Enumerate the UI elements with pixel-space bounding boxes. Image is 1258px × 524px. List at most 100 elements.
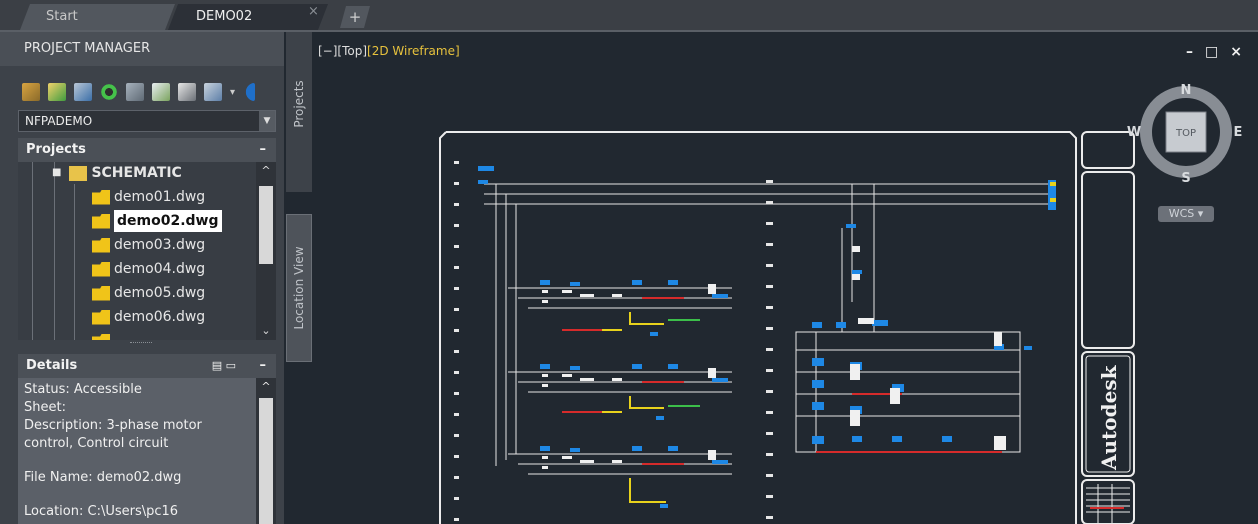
drawing-file-icon xyxy=(92,333,110,340)
publish-icon[interactable] xyxy=(178,83,196,101)
chevron-down-icon[interactable]: ▼ xyxy=(259,111,275,131)
tab-close-icon[interactable]: × xyxy=(308,4,319,19)
file-label: demo02.dwg xyxy=(114,210,222,232)
details-toggle-icon[interactable]: ▤ ▭ xyxy=(212,354,236,378)
rung-numbers xyxy=(454,161,773,521)
tab-location-view-label: Location View xyxy=(292,246,306,330)
project-manager-panel: PROJECT MANAGER ▾ NFPADEMO ▼ Projects – … xyxy=(0,32,284,524)
open-project-icon[interactable] xyxy=(22,83,40,101)
project-select[interactable]: NFPADEMO ▼ xyxy=(18,110,276,132)
scroll-up-icon[interactable]: ^ xyxy=(256,378,276,396)
detail-description-line1: Description: 3-phase motor xyxy=(24,418,202,433)
control-circuit xyxy=(795,224,1032,453)
tree-folder-schematic[interactable]: ■ SCHEMATIC xyxy=(52,162,182,184)
new-drawing-icon[interactable] xyxy=(74,83,92,101)
compass-west: W xyxy=(1127,125,1141,140)
project-task-list-icon[interactable] xyxy=(126,83,144,101)
list-item[interactable] xyxy=(92,330,114,340)
file-label: demo04.dwg xyxy=(114,261,206,277)
titleblock-panel xyxy=(1081,171,1135,349)
scroll-thumb[interactable] xyxy=(259,186,273,264)
folder-label: SCHEMATIC xyxy=(91,165,182,181)
collapse-projects-icon[interactable]: – xyxy=(260,138,267,162)
motor-branches xyxy=(508,280,732,508)
plot-icon[interactable] xyxy=(204,83,222,101)
tree-guide-line xyxy=(54,162,55,340)
toolbar-dropdown-icon[interactable]: ▾ xyxy=(230,87,235,98)
file-label: demo05.dwg xyxy=(114,285,206,301)
project-toolbar: ▾ xyxy=(22,80,256,104)
wcs-menu[interactable]: WCS ▾ xyxy=(1158,206,1214,222)
list-item-selected[interactable]: demo02.dwg xyxy=(92,210,222,232)
project-properties-icon[interactable] xyxy=(152,83,170,101)
folder-icon xyxy=(69,165,88,181)
file-label: demo03.dwg xyxy=(114,237,206,253)
drawing-file-icon xyxy=(92,309,110,325)
details-header-label: Details xyxy=(26,358,78,373)
document-tab-bar: Start DEMO02 × + xyxy=(0,0,1258,32)
chevron-down-icon: ▾ xyxy=(1197,207,1204,220)
list-item[interactable]: demo06.dwg xyxy=(92,306,205,328)
tab-demo02-label: DEMO02 xyxy=(196,9,253,24)
detail-status: Status: Accessible xyxy=(24,382,142,397)
tab-start[interactable]: Start xyxy=(20,4,175,30)
project-select-value: NFPADEMO xyxy=(25,114,93,128)
project-tree: ■ SCHEMATIC demo01.dwg demo02.dwg demo03… xyxy=(18,162,256,340)
drawing-border xyxy=(439,131,1077,524)
collapse-details-icon[interactable]: – xyxy=(260,354,267,378)
drawing-file-icon xyxy=(92,285,110,301)
drawing-file-icon xyxy=(92,237,110,253)
detail-sheet: Sheet: xyxy=(24,400,66,415)
tree-guide-line xyxy=(74,184,75,340)
splitter-grip[interactable] xyxy=(130,342,152,347)
list-item[interactable]: demo03.dwg xyxy=(92,234,205,256)
drawing-canvas[interactable]: [−][Top][2D Wireframe] – □ × Autodesk TO… xyxy=(312,32,1258,524)
viewcube[interactable]: TOP N S E W xyxy=(1126,78,1246,188)
detail-filename: File Name: demo02.dwg xyxy=(24,470,182,485)
tree-scrollbar[interactable]: ^ ⌄ xyxy=(256,162,276,340)
projects-header-label: Projects xyxy=(26,142,86,157)
plus-icon: + xyxy=(348,8,362,26)
compass-east: E xyxy=(1234,125,1243,140)
details-content: Status: Accessible Sheet: Description: 3… xyxy=(18,378,256,524)
collapse-folder-icon[interactable]: ■ xyxy=(52,162,61,184)
list-item[interactable]: demo01.dwg xyxy=(92,186,205,208)
projects-section-header: Projects – xyxy=(18,138,276,162)
help-icon[interactable] xyxy=(243,83,256,101)
revision-grid xyxy=(1086,484,1130,524)
drawing-file-icon xyxy=(92,213,110,229)
details-section-header: Details ▤ ▭ – xyxy=(18,354,276,378)
tab-location-view[interactable]: Location View xyxy=(286,214,312,362)
tab-start-label: Start xyxy=(46,9,78,24)
tree-guide-line xyxy=(32,162,33,340)
detail-description-line2: control, Control circuit xyxy=(24,436,169,451)
schematic-drawing: Autodesk xyxy=(439,131,1135,524)
list-item[interactable]: demo05.dwg xyxy=(92,282,205,304)
details-scrollbar[interactable]: ^ xyxy=(256,378,276,524)
power-bus xyxy=(484,183,1052,466)
new-tab-button[interactable]: + xyxy=(340,6,370,28)
tab-projects-vertical[interactable]: Projects xyxy=(286,32,312,192)
compass-south: S xyxy=(1181,171,1190,186)
drawing-file-icon xyxy=(92,189,110,205)
scroll-thumb[interactable] xyxy=(259,398,273,524)
panel-title: PROJECT MANAGER xyxy=(0,32,284,66)
scroll-up-icon[interactable]: ^ xyxy=(256,162,276,180)
wcs-label: WCS xyxy=(1168,207,1195,220)
titleblock-panel xyxy=(1081,479,1135,524)
tab-demo02[interactable]: DEMO02 xyxy=(168,4,328,30)
compass-north: N xyxy=(1181,83,1192,98)
new-project-icon[interactable] xyxy=(48,83,66,101)
refresh-icon[interactable] xyxy=(100,83,118,101)
file-label: demo06.dwg xyxy=(114,309,206,325)
drawing-file-icon xyxy=(92,261,110,277)
autodesk-brand: Autodesk xyxy=(1097,364,1121,471)
file-label: demo01.dwg xyxy=(114,189,206,205)
list-item[interactable]: demo04.dwg xyxy=(92,258,205,280)
detail-location: Location: C:\Users\pc16 xyxy=(24,504,179,519)
scroll-down-icon[interactable]: ⌄ xyxy=(256,322,276,340)
tab-projects-label: Projects xyxy=(292,80,306,128)
viewcube-face-label: TOP xyxy=(1175,128,1196,139)
